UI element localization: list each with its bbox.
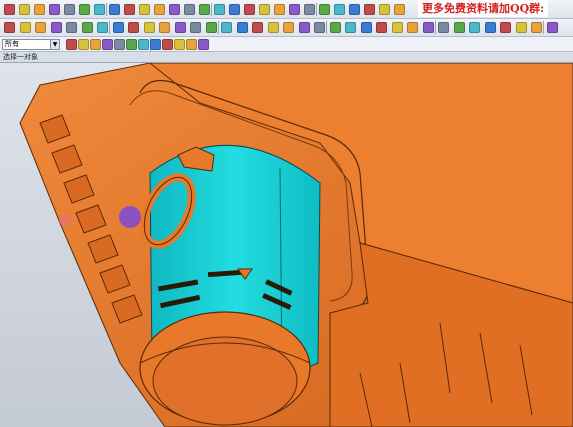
toolbar-button-icon[interactable] [34,4,45,15]
toolbar-button-icon[interactable] [229,4,240,15]
toolbar-button-icon[interactable] [94,4,105,15]
toolbar-button-icon[interactable] [422,22,434,33]
toolbar-button-icon[interactable] [114,39,125,50]
toolbar-button-icon[interactable] [150,39,161,50]
toolbar-separator [434,21,436,34]
toolbar-button-icon[interactable] [391,22,403,33]
toolbar-button-icon[interactable] [244,4,255,15]
toolbar-button-icon[interactable] [259,4,270,15]
toolbar-button-icon[interactable] [159,22,170,33]
toolbar-button-icon[interactable] [190,22,201,33]
toolbar-button-icon[interactable] [236,22,248,33]
toolbar-button-icon[interactable] [4,22,15,33]
toolbar-button-icon[interactable] [376,22,387,33]
toolbar-button-icon[interactable] [97,22,108,33]
toolbar-button-icon[interactable] [78,39,89,50]
chevron-down-icon[interactable]: ▼ [50,40,59,49]
toolbar-button-icon[interactable] [174,39,185,50]
toolbar-button-icon[interactable] [128,22,139,33]
toolbar-button-icon[interactable] [79,4,90,15]
toolbar-button-icon[interactable] [515,22,527,33]
toolbar-button-icon[interactable] [66,22,77,33]
toolbar-button-icon[interactable] [143,22,155,33]
toolbar-button-icon[interactable] [199,4,210,15]
toolbar-button-icon[interactable] [394,4,405,15]
toolbar-separator [217,21,219,34]
toolbar-button-icon[interactable] [283,22,294,33]
toolbar-separator [211,3,212,16]
toolbar-button-icon[interactable] [289,4,300,15]
toolbar-button-icon[interactable] [379,4,390,15]
toolbar-button-icon[interactable] [221,22,232,33]
toolbar-button-icon[interactable] [112,22,124,33]
toolbar-button-icon[interactable] [186,39,197,50]
selection-filter-value: 所有 [5,40,19,48]
toolbar-button-icon[interactable] [214,4,225,15]
toolbar-button-icon[interactable] [319,4,330,15]
toolbar-button-icon[interactable] [109,4,120,15]
toolbar-button-icon[interactable] [50,22,62,33]
status-prompt-text: 选择一对象 [3,53,38,61]
toolbar-button-icon[interactable] [546,22,558,33]
selection-filter-dropdown[interactable]: 所有 ▼ [2,39,60,50]
watermark-banner: 更多免费资料请加QQ群: [418,0,549,17]
toolbar-button-icon[interactable] [334,4,345,15]
toolbar-button-icon[interactable] [162,39,173,50]
toolbar-button-icon[interactable] [314,22,325,33]
toolbar-button-icon[interactable] [298,22,310,33]
toolbar-button-icon[interactable] [198,39,209,50]
toolbar-button-icon[interactable] [124,4,135,15]
toolbar-button-icon[interactable] [349,4,360,15]
toolbar-button-icon[interactable] [4,4,15,15]
toolbar-button-icon[interactable] [49,4,60,15]
toolbar-button-icon[interactable] [500,22,511,33]
toolbar-button-icon[interactable] [531,22,542,33]
selection-toolbar: 所有 ▼ [0,37,573,52]
toolbar-button-icon[interactable] [484,22,496,33]
toolbar-button-icon[interactable] [274,4,285,15]
toolbar-button-icon[interactable] [304,4,315,15]
toolbar-button-icon[interactable] [453,22,465,33]
toolbar-button-icon[interactable] [102,39,113,50]
toolbar-button-icon[interactable] [329,22,341,33]
toolbar-separator [109,21,110,34]
toolbar-button-icon[interactable] [66,39,77,50]
toolbar-button-icon[interactable] [267,22,279,33]
toolbar-button-icon[interactable] [138,39,149,50]
toolbar-button-icon[interactable] [205,22,217,33]
toolbar-button-icon[interactable] [90,39,101,50]
toolbar-button-icon[interactable] [184,4,195,15]
toolbar-button-icon[interactable] [139,4,150,15]
toolbar-button-icon[interactable] [407,22,418,33]
toolbar-button-icon[interactable] [252,22,263,33]
toolbar-separator [326,21,327,34]
toolbar-button-icon[interactable] [360,22,372,33]
feature-toolbar [0,19,573,37]
toolbar-separator [106,3,107,16]
model-view-svg [0,63,573,427]
toolbar-button-icon[interactable] [81,22,93,33]
status-prompt-bar: 选择一对象 [0,52,573,63]
toolbar-button-icon[interactable] [469,22,480,33]
toolbar-button-icon[interactable] [438,22,449,33]
toolbar-button-icon[interactable] [154,4,165,15]
toolbar-separator [543,21,544,34]
toolbar-button-icon[interactable] [35,22,46,33]
toolbar-button-icon[interactable] [364,4,375,15]
graphics-viewport[interactable] [0,63,573,427]
toolbar-button-icon[interactable] [345,22,356,33]
toolbar-button-icon[interactable] [19,4,30,15]
toolbar-button-icon[interactable] [174,22,186,33]
toolbar-separator [316,3,317,16]
toolbar-button-icon[interactable] [126,39,137,50]
cursor-marker-icon [119,206,141,228]
toolbar-button-icon[interactable] [19,22,31,33]
toolbar-button-icon[interactable] [64,4,75,15]
snap-point-icon [59,214,71,226]
cylinder-end-cap[interactable] [139,311,311,426]
toolbar-button-icon[interactable] [169,4,180,15]
